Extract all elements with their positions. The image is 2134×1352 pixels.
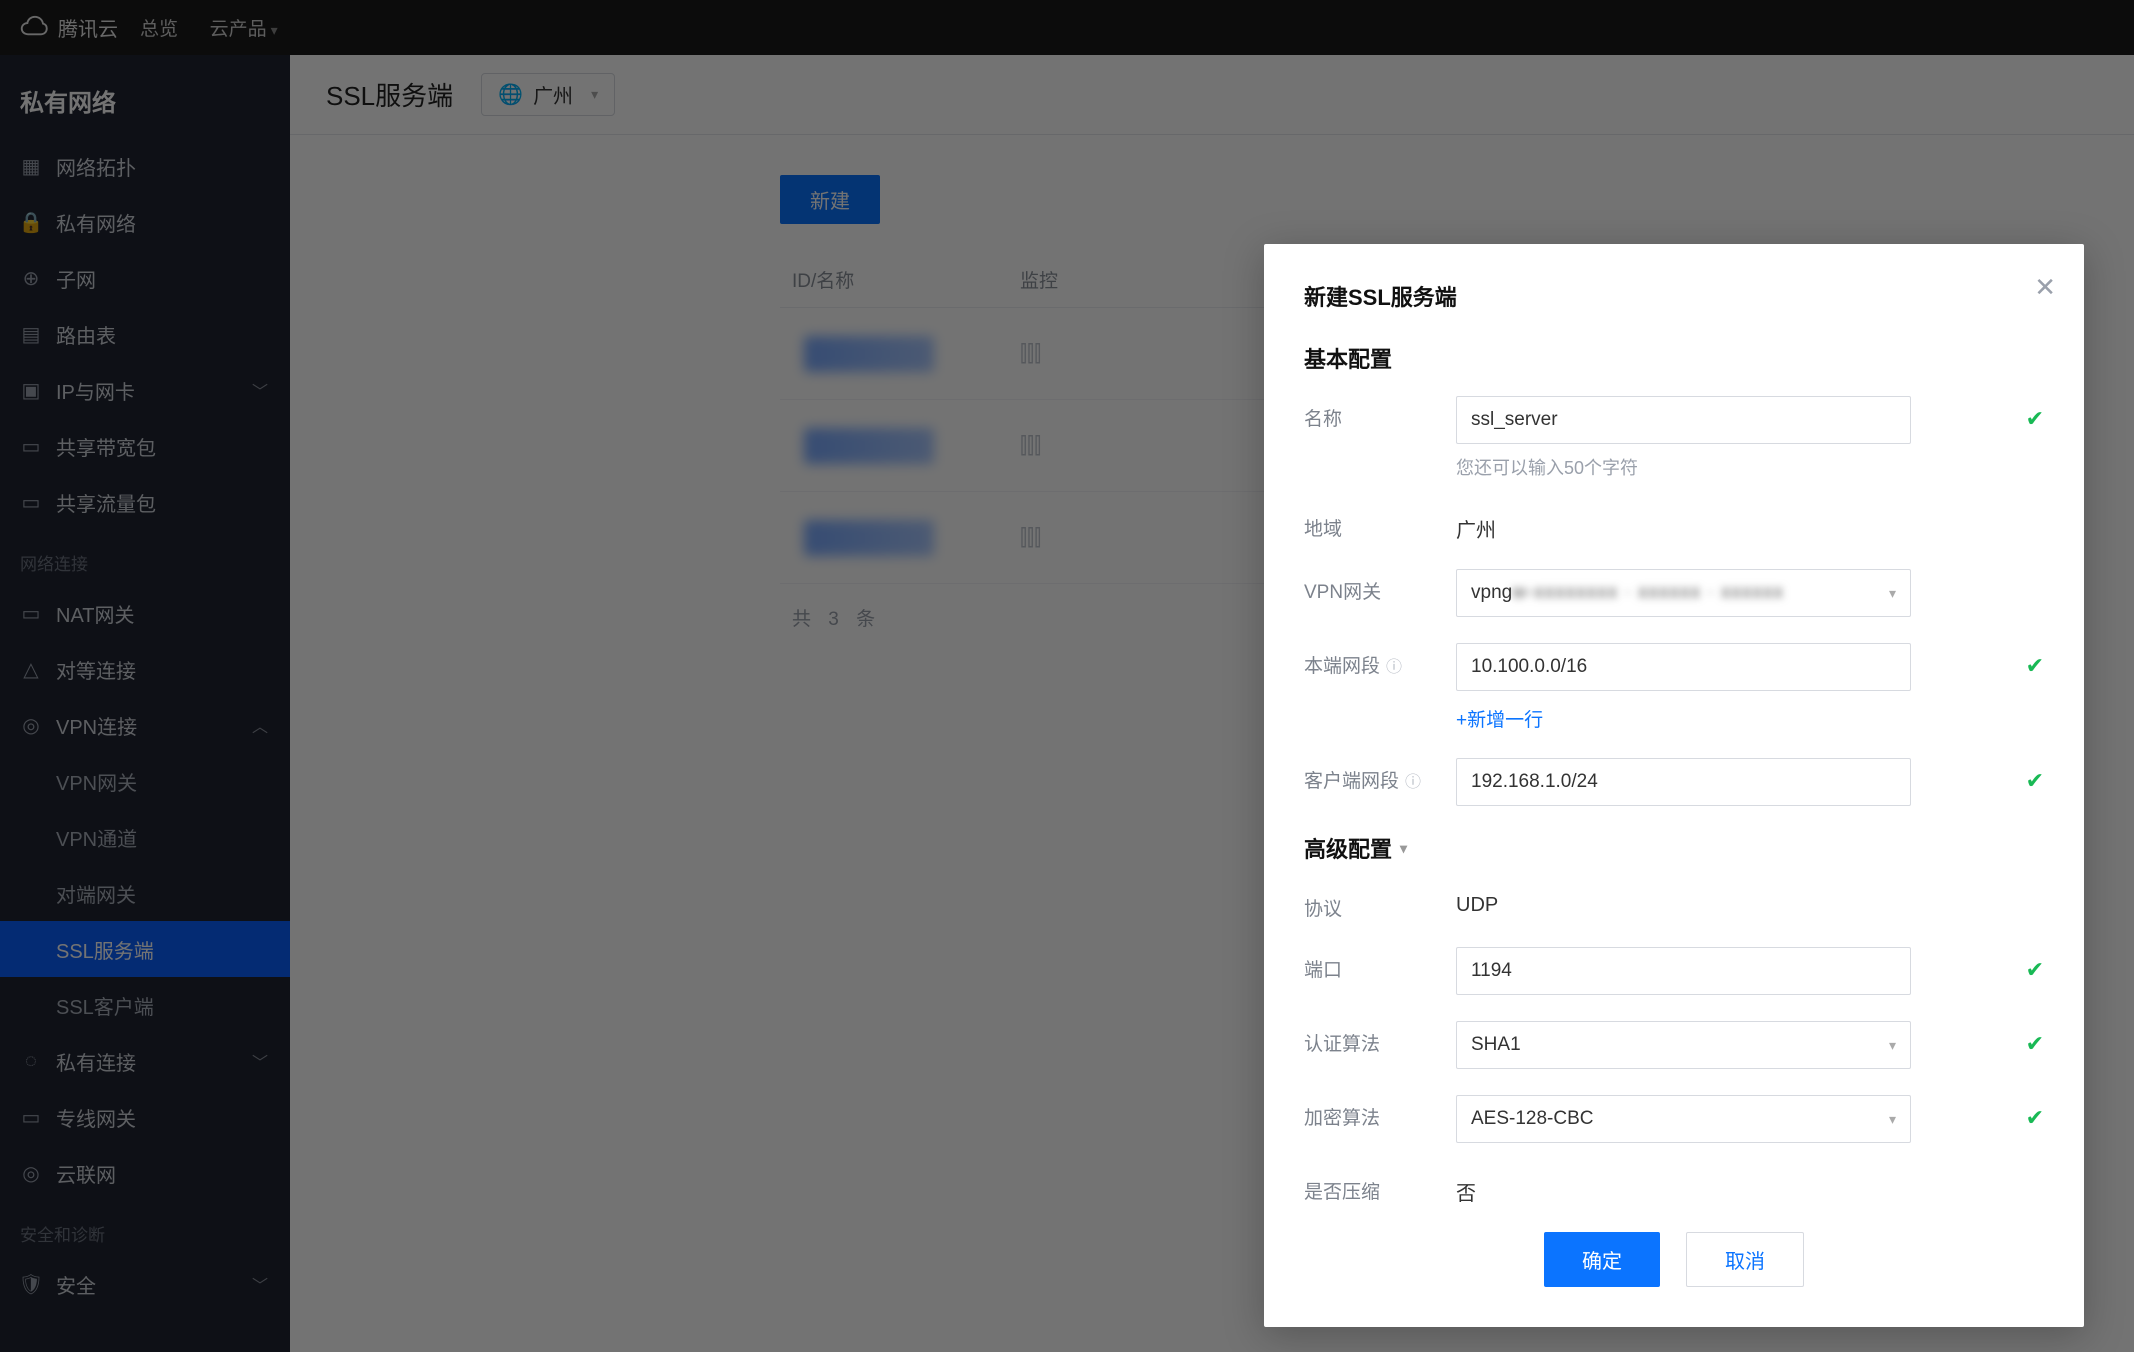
close-icon[interactable]: ✕ — [2034, 272, 2056, 303]
check-icon: ✔ — [2026, 1095, 2044, 1131]
enc-select[interactable]: AES-128-CBC▾ — [1456, 1095, 1911, 1143]
enc-label: 加密算法 — [1304, 1095, 1456, 1130]
vpngw-label: VPN网关 — [1304, 569, 1456, 604]
region-label: 地域 — [1304, 506, 1456, 541]
compress-label: 是否压缩 — [1304, 1169, 1456, 1204]
name-input[interactable] — [1456, 396, 1911, 444]
add-line-link[interactable]: +新增一行 — [1456, 705, 2008, 732]
clientcidr-label: 客户端网段ⓘ — [1304, 758, 1456, 793]
caret-down-icon: ▾ — [1889, 1111, 1896, 1128]
proto-label: 协议 — [1304, 886, 1456, 921]
section-advanced[interactable]: 高级配置▾ — [1304, 832, 2044, 864]
name-label: 名称 — [1304, 396, 1456, 431]
create-ssl-server-dialog: ✕ 新建SSL服务端 基本配置 名称 您还可以输入50个字符 ✔ 地域 广州 V… — [1264, 244, 2084, 1327]
region-value: 广州 — [1456, 506, 2044, 543]
localcidr-label: 本端网段ⓘ — [1304, 643, 1456, 678]
triangle-down-icon: ▾ — [1400, 840, 1407, 857]
cancel-button[interactable]: 取消 — [1686, 1232, 1804, 1287]
proto-value: UDP — [1456, 886, 2044, 917]
caret-down-icon: ▾ — [1889, 585, 1896, 602]
redacted-text: w-xxxxxxxx · xxxxxx · xxxxxx — [1512, 582, 1784, 603]
check-icon: ✔ — [2026, 1021, 2044, 1057]
dialog-title: 新建SSL服务端 — [1304, 280, 2044, 312]
auth-label: 认证算法 — [1304, 1021, 1456, 1056]
clientcidr-input[interactable] — [1456, 758, 1911, 806]
confirm-button[interactable]: 确定 — [1544, 1232, 1660, 1287]
info-icon[interactable]: ⓘ — [1405, 768, 1421, 792]
compress-value: 否 — [1456, 1169, 2044, 1206]
info-icon[interactable]: ⓘ — [1386, 653, 1402, 677]
check-icon: ✔ — [2026, 758, 2044, 794]
port-input[interactable] — [1456, 947, 1911, 995]
dialog-actions: 确定 取消 — [1304, 1232, 2044, 1287]
localcidr-input[interactable] — [1456, 643, 1911, 691]
section-basic: 基本配置 — [1304, 342, 2044, 374]
check-icon: ✔ — [2026, 643, 2044, 679]
name-hint: 您还可以输入50个字符 — [1456, 454, 2008, 480]
auth-select[interactable]: SHA1▾ — [1456, 1021, 1911, 1069]
check-icon: ✔ — [2026, 947, 2044, 983]
check-icon: ✔ — [2026, 396, 2044, 432]
vpngw-select[interactable]: vpngw-xxxxxxxx · xxxxxx · xxxxxx ▾ — [1456, 569, 1911, 617]
caret-down-icon: ▾ — [1889, 1037, 1896, 1054]
port-label: 端口 — [1304, 947, 1456, 982]
